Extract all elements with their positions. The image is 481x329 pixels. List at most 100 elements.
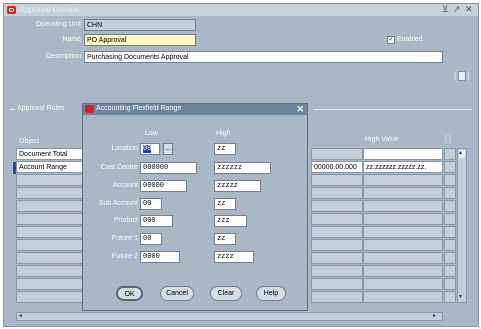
- description-label: Description: [45, 53, 81, 60]
- lov-button[interactable]: ...: [163, 143, 173, 155]
- low-value-cell[interactable]: [311, 174, 363, 186]
- segment-high-field[interactable]: zz: [214, 233, 236, 245]
- low-value-cell[interactable]: [311, 148, 363, 160]
- dialog-titlebar[interactable]: Accounting Flexfield Range ✕: [83, 104, 307, 115]
- horizontal-scrollbar[interactable]: ◂ ▸: [16, 312, 443, 321]
- minimize-icon[interactable]: ⊻: [442, 4, 449, 15]
- row-folder-cell[interactable]: [444, 226, 456, 238]
- object-cell[interactable]: Document Total: [16, 148, 84, 160]
- description-field[interactable]: Purchasing Documents Approval: [84, 51, 443, 63]
- scroll-down-icon[interactable]: ▾: [459, 293, 462, 300]
- low-value-cell[interactable]: [311, 252, 363, 264]
- close-icon[interactable]: ✕: [465, 4, 473, 15]
- enabled-label: Enabled: [397, 36, 423, 43]
- object-cell[interactable]: [16, 200, 84, 212]
- segment-high-field[interactable]: zzzz: [214, 251, 254, 263]
- help-button[interactable]: Help: [256, 286, 286, 301]
- folder-icon: [458, 71, 466, 81]
- segment-high-field[interactable]: zzzzzz: [214, 162, 271, 174]
- high-value-cell[interactable]: [363, 291, 443, 303]
- row-folder-cell[interactable]: [444, 239, 456, 251]
- low-value-cell[interactable]: [311, 278, 363, 290]
- low-value-cell[interactable]: [311, 239, 363, 251]
- high-value-cell[interactable]: [363, 174, 443, 186]
- segment-label: Account: [112, 182, 138, 189]
- row-folder-cell[interactable]: [444, 252, 456, 264]
- object-cell[interactable]: [16, 213, 84, 225]
- low-value-cell[interactable]: [311, 213, 363, 225]
- segment-label: Location: [111, 145, 138, 152]
- scroll-up-icon[interactable]: ▴: [459, 149, 462, 156]
- ok-button[interactable]: OK: [116, 286, 143, 301]
- window-titlebar[interactable]: Approval Groups ⊻ ↗ ✕: [4, 4, 478, 16]
- approval-rules-label: Approval Rules: [17, 105, 65, 112]
- segment-low-field[interactable]: 000000: [140, 162, 197, 174]
- clear-button[interactable]: Clear: [210, 286, 242, 301]
- enabled-checkbox[interactable]: ✓: [387, 36, 395, 44]
- high-value-cell[interactable]: [363, 200, 443, 212]
- high-value-cell[interactable]: [363, 278, 443, 290]
- operating-unit-field[interactable]: CHN: [84, 19, 196, 31]
- segment-low-field[interactable]: 0000: [140, 251, 180, 263]
- row-folder-cell[interactable]: [444, 278, 456, 290]
- high-value-cell[interactable]: zz.zzzzzz.zzzzz.zz.: [363, 161, 443, 173]
- object-cell[interactable]: [16, 226, 84, 238]
- name-field[interactable]: PO Approval: [84, 34, 196, 46]
- object-cell[interactable]: Account Range: [16, 161, 84, 173]
- row-folder-cell[interactable]: [444, 213, 456, 225]
- segment-label: Product: [113, 217, 138, 224]
- segment-low-field[interactable]: 00: [140, 143, 160, 155]
- segment-high-field[interactable]: zz: [214, 198, 236, 210]
- dialog-close-icon[interactable]: ✕: [296, 104, 304, 115]
- high-value-cell[interactable]: [363, 252, 443, 264]
- section-line-left: [10, 109, 15, 110]
- segment-low-field[interactable]: 000: [140, 215, 173, 227]
- segment-high-field[interactable]: zz: [214, 143, 236, 155]
- row-folder-cell[interactable]: [444, 161, 456, 173]
- low-value-cell[interactable]: [311, 291, 363, 303]
- folder-button[interactable]: [ ]: [454, 69, 471, 83]
- vertical-scrollbar[interactable]: ▴ ▾: [457, 148, 467, 303]
- segment-label: Sub Account: [98, 200, 138, 207]
- segment-label: Future 1: [111, 235, 138, 242]
- segment-low-field[interactable]: 00000: [140, 180, 187, 192]
- high-value-cell[interactable]: [363, 265, 443, 277]
- dialog-title: Accounting Flexfield Range: [96, 105, 182, 112]
- segment-high-field[interactable]: zzz: [214, 215, 247, 227]
- low-value-cell[interactable]: 00000.00.000: [311, 161, 363, 173]
- col-object-header: Object: [19, 138, 40, 145]
- low-value-cell[interactable]: [311, 200, 363, 212]
- row-folder-cell[interactable]: [444, 291, 456, 303]
- high-value-cell[interactable]: [363, 239, 443, 251]
- scroll-left-icon[interactable]: ◂: [19, 312, 22, 319]
- cancel-button[interactable]: Cancel: [160, 286, 194, 301]
- scroll-right-icon[interactable]: ▸: [433, 312, 436, 319]
- segment-low-value-selected: 00: [143, 145, 152, 153]
- high-value-cell[interactable]: [363, 213, 443, 225]
- object-cell[interactable]: [16, 278, 84, 290]
- segment-label: Future 2: [111, 253, 138, 260]
- low-value-cell[interactable]: [311, 265, 363, 277]
- high-value-cell[interactable]: [363, 187, 443, 199]
- segment-low-field[interactable]: 00: [140, 233, 162, 245]
- row-folder-cell[interactable]: [444, 148, 456, 160]
- object-cell[interactable]: [16, 265, 84, 277]
- low-column-header: Low: [145, 130, 158, 137]
- oracle-dialog-icon: [85, 105, 94, 113]
- object-cell[interactable]: [16, 291, 84, 303]
- row-folder-cell[interactable]: [444, 265, 456, 277]
- row-folder-cell[interactable]: [444, 174, 456, 186]
- row-folder-cell[interactable]: [444, 187, 456, 199]
- segment-low-field[interactable]: 00: [140, 198, 162, 210]
- object-cell[interactable]: [16, 239, 84, 251]
- object-cell[interactable]: [16, 252, 84, 264]
- low-value-cell[interactable]: [311, 226, 363, 238]
- high-value-cell[interactable]: [363, 226, 443, 238]
- maximize-icon[interactable]: ↗: [453, 4, 461, 15]
- object-cell[interactable]: [16, 174, 84, 186]
- high-value-cell[interactable]: [363, 148, 443, 160]
- low-value-cell[interactable]: [311, 187, 363, 199]
- segment-high-field[interactable]: zzzzz: [214, 180, 261, 192]
- object-cell[interactable]: [16, 187, 84, 199]
- row-folder-cell[interactable]: [444, 200, 456, 212]
